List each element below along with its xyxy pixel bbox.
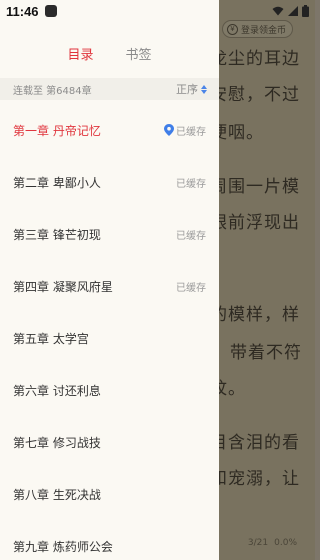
- reader-text-line: 眼前浮现出: [210, 213, 300, 233]
- chapter-item-current[interactable]: 第一章 丹帝记忆 已缓存: [0, 104, 219, 156]
- tab-contents[interactable]: 目录: [67, 44, 93, 64]
- chapter-list: 第一章 丹帝记忆 已缓存 第二章 卑鄙小人 已缓存 第三章 锋芒初现 已缓存 第…: [0, 104, 219, 560]
- sort-order-button[interactable]: 正序: [176, 81, 207, 97]
- reader-text-line: 周围一片模: [210, 177, 300, 197]
- chapter-item[interactable]: 第三章 锋芒初现 已缓存: [0, 208, 219, 260]
- signal-icon: [288, 6, 298, 16]
- cache-status-label: 已缓存: [176, 126, 206, 138]
- chapter-title: 第六章 讨还利息: [13, 383, 101, 398]
- page-progress: 3/21: [247, 538, 269, 548]
- reader-text-line: 龙尘的耳边: [210, 49, 300, 69]
- coin-icon: ¥: [227, 23, 238, 35]
- location-pin-icon: [164, 124, 174, 136]
- toc-header: 连载至 第6484章 正序: [0, 78, 219, 100]
- reader-text-line: 哽咽。: [210, 123, 264, 143]
- drawer-tabs: 目录 书签: [0, 44, 219, 64]
- chapter-item[interactable]: 第六章 讨还利息: [0, 364, 219, 416]
- chapter-item[interactable]: 第八章 生死决战: [0, 468, 219, 520]
- chapter-title: 第五章 太学宫: [13, 331, 89, 346]
- chapter-item[interactable]: 第二章 卑鄙小人 已缓存: [0, 156, 219, 208]
- tab-bookmarks[interactable]: 书签: [126, 44, 152, 64]
- chapter-item[interactable]: 第七章 修习战技: [0, 416, 219, 468]
- chapter-title: 第一章 丹帝记忆: [13, 123, 101, 138]
- battery-icon: [302, 5, 309, 17]
- reader-text-line: 目含泪的看: [210, 433, 300, 453]
- reader-text-line: 安慰，不过: [210, 85, 300, 105]
- reader-text-line: 带着不符: [230, 343, 302, 363]
- chapter-title: 第八章 生死决战: [13, 487, 101, 502]
- chapter-title: 第七章 修习战技: [13, 435, 101, 450]
- notification-app-icon: [44, 5, 57, 17]
- serialization-status: 连载至 第6484章: [13, 85, 92, 97]
- reader-text-line: 的模样，样: [210, 305, 300, 325]
- chapter-title: 第九章 炼药师公会: [13, 539, 113, 554]
- chapter-item[interactable]: 第九章 炼药师公会: [0, 520, 219, 560]
- status-time: 11:46: [6, 3, 39, 19]
- cache-status-label: 已缓存: [176, 282, 206, 294]
- chapter-title: 第四章 凝聚风府星: [13, 279, 113, 294]
- chapter-item[interactable]: 第五章 太学宫: [0, 312, 219, 364]
- status-bar: 11:46: [0, 0, 315, 22]
- sort-order-label: 正序: [176, 83, 198, 96]
- chapter-title: 第二章 卑鄙小人: [13, 175, 101, 190]
- percent-progress: 0.0%: [274, 538, 297, 548]
- chapter-title: 第三章 锋芒初现: [13, 227, 101, 242]
- chapter-item[interactable]: 第四章 凝聚风府星 已缓存: [0, 260, 219, 312]
- chapter-cache-status: 已缓存: [164, 123, 206, 138]
- reading-progress: 3/21 0.0%: [248, 538, 297, 548]
- login-coins-button[interactable]: ¥ 登录领金币: [222, 20, 294, 38]
- reader-text-line: 和宠溺，让: [210, 469, 300, 489]
- login-coins-label: 登录领金币: [241, 25, 287, 36]
- sort-arrows-icon: [201, 84, 207, 94]
- toc-drawer: 目录 书签 连载至 第6484章 正序 第一章 丹帝记忆 已缓存 第二章 卑鄙小…: [0, 0, 219, 560]
- reader-text-line: 纹。: [210, 379, 246, 399]
- cache-status-label: 已缓存: [176, 178, 206, 190]
- wifi-icon: [272, 6, 284, 16]
- cache-status-label: 已缓存: [176, 230, 206, 242]
